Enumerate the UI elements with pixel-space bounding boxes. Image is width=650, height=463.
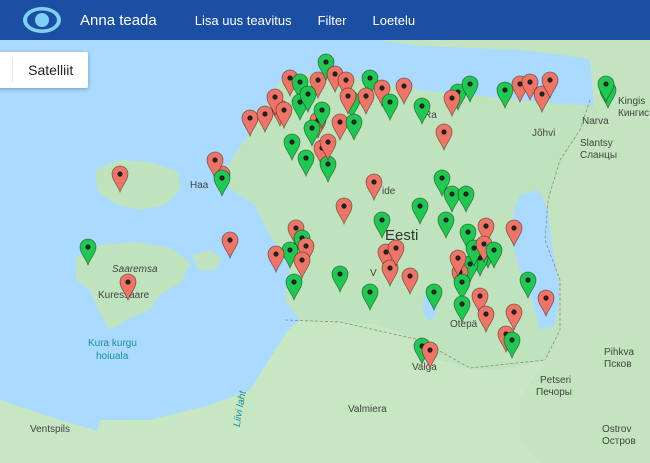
- label-narva: Narva: [582, 116, 609, 127]
- label-petseri: Petseri: [540, 375, 571, 386]
- label-slantsy-ru: Сланцы: [580, 150, 617, 161]
- label-otepaa: Otepä: [450, 319, 478, 330]
- label-ventspils: Ventspils: [30, 424, 70, 435]
- label-viljandi: V: [370, 268, 377, 279]
- eye-icon[interactable]: [22, 5, 62, 35]
- label-saaremaa: Saaremsa: [112, 264, 158, 275]
- label-kura-kurgu: Kura kurgu: [88, 338, 137, 349]
- label-haapsalu: Haa: [190, 180, 209, 191]
- map-canvas[interactable]: Kingis Кингис Narva Jõhvi Slantsy Сланцы…: [0, 40, 650, 463]
- map-type-control: rt Satelliit: [0, 52, 89, 88]
- brand-link[interactable]: Anna teada: [80, 12, 157, 29]
- map-button[interactable]: rt: [0, 52, 12, 88]
- label-hoiuala: hoiuala: [96, 351, 129, 362]
- top-navbar: Anna teada Lisa uus teavitus Filter Loet…: [0, 0, 650, 40]
- label-pihkva-ru: Псков: [604, 359, 632, 370]
- satellite-button[interactable]: Satelliit: [13, 52, 88, 88]
- label-kingissepp: Kingis: [618, 96, 645, 107]
- nav-list[interactable]: Loetelu: [372, 13, 415, 28]
- nav-filter[interactable]: Filter: [318, 13, 347, 28]
- nav-add-report[interactable]: Lisa uus teavitus: [195, 13, 292, 28]
- label-ostrov: Ostrov: [602, 424, 631, 435]
- label-ostrov-ru: Остров: [602, 436, 636, 447]
- label-pihkva: Pihkva: [604, 347, 634, 358]
- label-kingissepp-ru: Кингис: [618, 108, 649, 119]
- label-valmiera: Valmiera: [348, 404, 387, 415]
- label-slantsy: Slantsy: [580, 138, 613, 149]
- label-johvi: Jõhvi: [532, 128, 555, 139]
- label-eesti: Eesti: [385, 227, 418, 244]
- label-petseri-ru: Печоры: [536, 387, 572, 398]
- label-valga: Valga: [412, 362, 437, 373]
- label-paide: ide: [382, 186, 396, 197]
